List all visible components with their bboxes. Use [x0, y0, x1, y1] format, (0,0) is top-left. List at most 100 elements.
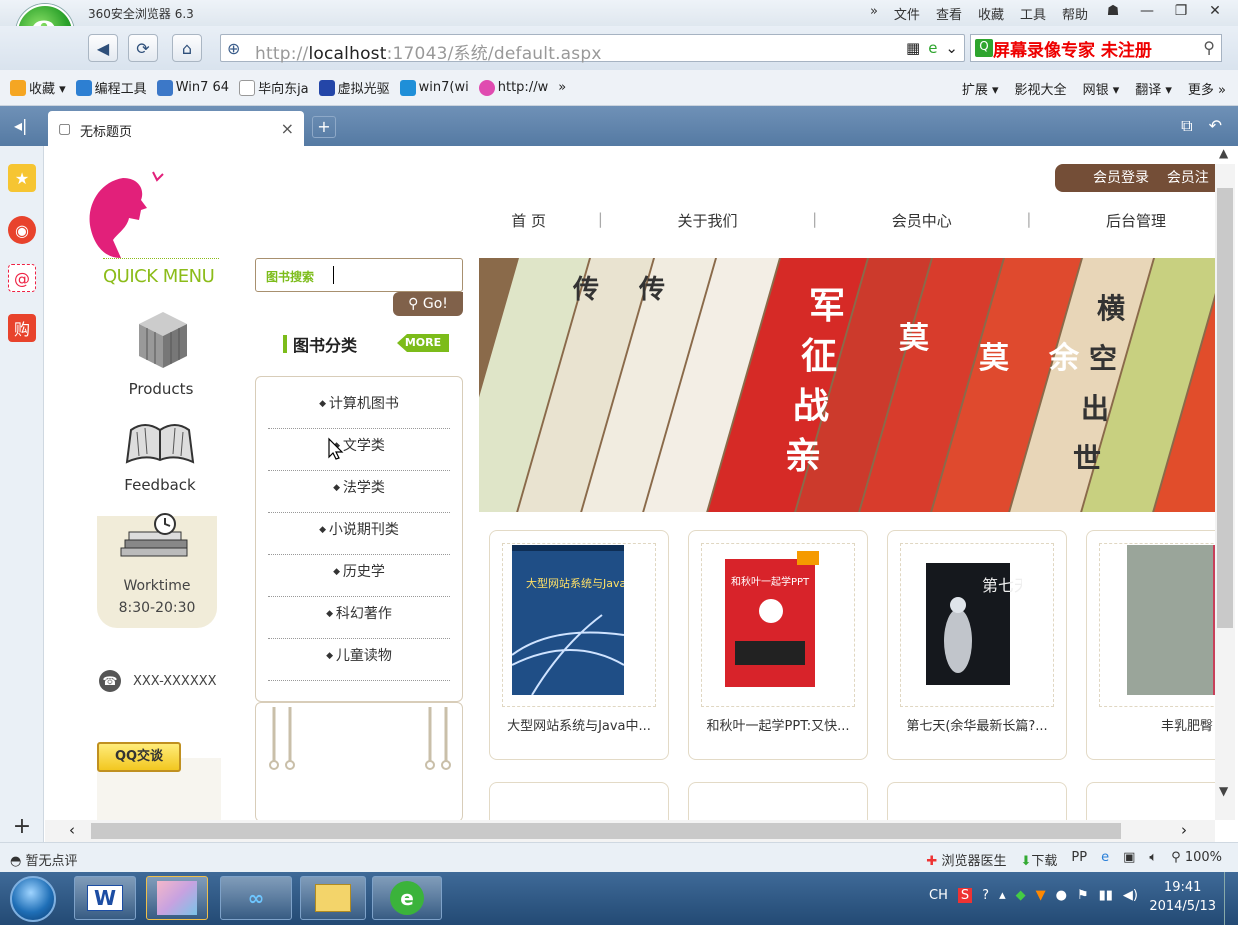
fav-item-bixiangdong[interactable]: 毕向东ja [239, 78, 309, 97]
security-icon[interactable]: ◆ [1016, 888, 1026, 903]
scroll-right-icon[interactable]: › [1181, 821, 1187, 839]
menu-chevron-icon[interactable]: » [870, 4, 878, 23]
ie-mode-icon[interactable]: e [928, 39, 937, 57]
restore-tabs-icon[interactable]: ⧉ [1181, 116, 1192, 136]
feedback-book-icon[interactable] [125, 418, 195, 468]
menu-help[interactable]: 帮助 [1062, 4, 1088, 23]
search-go-button[interactable]: ⚲ Go! [393, 292, 463, 316]
nav-home[interactable]: 首 页 [485, 210, 572, 231]
speaker-icon[interactable]: ◀) [1123, 888, 1138, 903]
scroll-up-icon[interactable]: ▲ [1219, 146, 1228, 160]
book-card[interactable] [688, 782, 868, 820]
new-tab-button[interactable]: + [312, 116, 336, 138]
menu-favorites[interactable]: 收藏 [978, 4, 1004, 23]
book-name[interactable]: 大型网站系统与Java中... [490, 715, 668, 734]
book-card[interactable]: 大型网站系统与Java中间件实践 大型网站系统与Java中... [489, 530, 669, 760]
menu-view[interactable]: 查看 [936, 4, 962, 23]
weibo-icon[interactable]: ◉ [8, 216, 36, 244]
more-button[interactable]: 更多 » [1188, 79, 1226, 98]
fav-item-programming[interactable]: 编程工具 [75, 78, 147, 97]
category-item[interactable]: 小说期刊类 [268, 513, 450, 555]
extensions-button[interactable]: 扩展 ▾ [962, 79, 999, 98]
horizontal-scrollbar[interactable]: ‹ › [45, 820, 1215, 842]
vertical-scrollbar[interactable]: ▲ ▼ [1215, 146, 1235, 820]
fav-item-http[interactable]: http://w [478, 79, 548, 96]
zoom-level[interactable]: ⚲ 100% [1171, 850, 1222, 869]
book-name[interactable]: 和秋叶一起学PPT:又快... [689, 715, 867, 734]
horizontal-scroll-thumb[interactable] [91, 823, 1121, 839]
products-link[interactable]: Products [125, 380, 197, 398]
book-search-input[interactable]: 图书搜索 [255, 258, 463, 292]
book-cover-image[interactable]: 和秋叶一起学PPT [711, 545, 823, 695]
category-item[interactable]: 文学类 [268, 429, 450, 471]
browser-doctor-button[interactable]: ✚ 浏览器医生 [926, 850, 1006, 869]
search-engine-icon[interactable]: Q [975, 39, 993, 57]
nav-about[interactable]: 关于我们 [628, 210, 786, 231]
address-bar[interactable]: ⊕ http://localhost:17043/系统/default.aspx… [220, 34, 965, 64]
fav-item-collect[interactable]: 收藏 ▾ [10, 78, 66, 97]
member-register-link[interactable]: 会员注 [1167, 170, 1209, 186]
menu-file[interactable]: 文件 [894, 4, 920, 23]
tab-untitled[interactable]: ▢ 无标题页 × [48, 111, 304, 146]
security-shield-icon[interactable]: ⊕ [227, 39, 240, 58]
volume-icon[interactable]: 🔈︎ [1149, 850, 1157, 869]
category-more-button[interactable]: MORE [397, 334, 449, 352]
book-card[interactable]: 第七天 第七天(余华最新长篇?... [887, 530, 1067, 760]
feedback-link[interactable]: Feedback [121, 476, 199, 494]
nav-admin[interactable]: 后台管理 [1057, 210, 1215, 231]
start-button[interactable] [10, 876, 56, 922]
taskbar-word[interactable]: W [74, 876, 136, 920]
taskbar-360-browser[interactable]: e [372, 876, 442, 920]
book-cover-image[interactable]: 第七天 [910, 545, 1022, 695]
qr-code-icon[interactable]: ▦ [906, 39, 920, 57]
tray-expand-icon[interactable]: ▴ [999, 888, 1006, 903]
refresh-button[interactable]: ⟳ [128, 34, 158, 62]
address-url[interactable]: http://localhost:17043/系统/default.aspx [255, 39, 602, 64]
sogou-icon[interactable]: S [957, 888, 973, 903]
home-button[interactable]: ⌂ [172, 34, 202, 62]
qq-icon[interactable]: ● [1056, 888, 1067, 903]
fav-item-virtual-drive[interactable]: 虚拟光驱 [318, 78, 390, 97]
mail-icon[interactable]: @ [8, 264, 36, 292]
category-item[interactable]: 历史学 [268, 555, 450, 597]
bank-button[interactable]: 网银 ▾ [1083, 79, 1120, 98]
taskbar-visual-studio[interactable]: ∞ [220, 876, 292, 920]
favorites-star-icon[interactable]: ★ [8, 164, 36, 192]
vertical-scroll-thumb[interactable] [1217, 188, 1233, 628]
window-icon[interactable]: ▣ [1123, 850, 1135, 869]
skin-button[interactable]: ☗ [1096, 0, 1130, 22]
menu-tools[interactable]: 工具 [1020, 4, 1046, 23]
undo-close-icon[interactable]: ↶ [1209, 116, 1222, 136]
search-box[interactable]: Q 屏幕录像专家 未注册 ⚲ [970, 34, 1222, 62]
system-clock[interactable]: 19:41 2014/5/13 [1149, 878, 1216, 916]
network-icon[interactable]: ▮▮ [1099, 888, 1113, 903]
video-button[interactable]: 影视大全 [1015, 79, 1067, 98]
shield-icon[interactable]: ▼ [1036, 888, 1046, 903]
taskbar-explorer[interactable] [300, 876, 366, 920]
scroll-left-icon[interactable]: ‹ [69, 821, 75, 839]
fav-item-win7wi[interactable]: win7(wi [399, 79, 469, 96]
show-desktop-button[interactable] [1224, 872, 1238, 925]
tab-close-icon[interactable]: × [281, 119, 294, 138]
back-button[interactable]: ◀ [88, 34, 118, 62]
sidebar-toggle-icon[interactable]: ◂| [14, 116, 27, 135]
status-comment[interactable]: ◓ 暂无点评 [10, 850, 78, 869]
book-name[interactable]: 第七天(余华最新长篇?... [888, 715, 1066, 734]
scroll-down-icon[interactable]: ▼ [1219, 784, 1228, 798]
close-button[interactable]: ✕ [1198, 0, 1232, 22]
help-icon[interactable]: ? [982, 888, 989, 903]
category-item[interactable]: 儿童读物 [268, 639, 450, 681]
products-cube-icon[interactable] [137, 310, 189, 370]
fav-item-win7[interactable]: Win7 64 [156, 79, 229, 96]
download-button[interactable]: ⬇下载 [1020, 850, 1057, 869]
translate-button[interactable]: 翻译 ▾ [1135, 79, 1172, 98]
restore-button[interactable]: ❐ [1164, 0, 1198, 22]
book-card[interactable]: 丰乳肥臀 [1086, 530, 1215, 760]
fav-more-chevron[interactable]: » [558, 80, 566, 95]
member-login-link[interactable]: 会员登录 [1093, 170, 1149, 186]
book-cover-image[interactable]: 大型网站系统与Java中间件实践 [512, 545, 624, 695]
add-sidebar-icon[interactable]: + [8, 812, 36, 840]
book-card[interactable]: 和秋叶一起学PPT 和秋叶一起学PPT:又快... [688, 530, 868, 760]
shopping-icon[interactable]: 购 [8, 314, 36, 342]
category-item[interactable]: 计算机图书 [268, 387, 450, 429]
